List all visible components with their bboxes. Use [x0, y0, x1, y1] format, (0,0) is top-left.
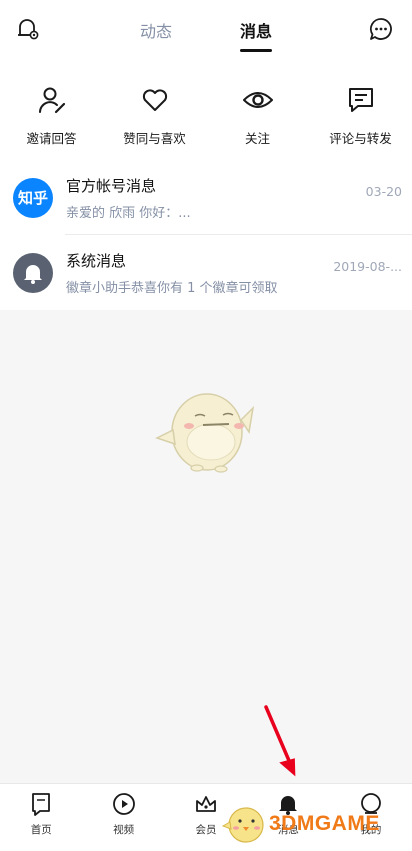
message-list: 知乎 官方帐号消息 亲爱的 欣雨 你好：... 03-20 系统消息 徽章小助手… — [0, 160, 412, 310]
message-preview: 徽章小助手恭喜你有 1 个徽章可领取 — [66, 280, 278, 296]
messages-screen: 动态 消息 邀请回答 赞同与喜欢 关注 评论与转发 知乎 官方帐号消息 亲爱的 … — [0, 0, 412, 851]
top-header: 动态 消息 — [0, 0, 412, 60]
nav-label: 首页 — [30, 824, 52, 836]
category-follow[interactable]: 关注 — [206, 60, 309, 160]
message-time: 2019-08-... — [333, 259, 402, 274]
message-preview: 亲爱的 欣雨 你好：... — [66, 205, 191, 221]
home-bookmark-icon — [28, 791, 54, 817]
category-comments[interactable]: 评论与转发 — [309, 60, 412, 160]
nav-label: 会员 — [195, 824, 217, 836]
bell-icon — [275, 791, 301, 817]
category-label: 邀请回答 — [26, 131, 77, 146]
message-time: 03-20 — [365, 184, 402, 199]
header-tabs: 动态 消息 — [0, 18, 412, 52]
crown-icon — [193, 791, 219, 817]
empty-state-mascot — [155, 380, 265, 480]
nav-messages[interactable]: 消息 — [247, 784, 329, 851]
heart-icon — [139, 84, 171, 116]
chat-bubble-icon[interactable] — [366, 14, 396, 44]
comment-icon — [345, 84, 377, 116]
notification-categories: 邀请回答 赞同与喜欢 关注 评论与转发 — [0, 60, 412, 160]
nav-video[interactable]: 视频 — [82, 784, 164, 851]
bottom-navigation: 首页 视频 会员 消息 我的 — [0, 783, 412, 851]
avatar: 知乎 — [13, 177, 53, 218]
profile-circle-icon — [358, 791, 384, 817]
list-item[interactable]: 系统消息 徽章小助手恭喜你有 1 个徽章可领取 2019-08-... — [0, 235, 412, 310]
nav-label: 我的 — [360, 824, 382, 836]
person-pen-icon — [36, 84, 68, 116]
nav-profile[interactable]: 我的 — [330, 784, 412, 851]
category-invite-answer[interactable]: 邀请回答 — [0, 60, 103, 160]
list-item[interactable]: 知乎 官方帐号消息 亲爱的 欣雨 你好：... 03-20 — [0, 160, 412, 235]
category-label: 赞同与喜欢 — [123, 131, 186, 146]
avatar — [13, 252, 53, 293]
tab-messages[interactable]: 消息 — [240, 18, 273, 52]
play-icon — [111, 791, 137, 817]
nav-home[interactable]: 首页 — [0, 784, 82, 851]
nav-label: 视频 — [113, 824, 135, 836]
category-likes[interactable]: 赞同与喜欢 — [103, 60, 206, 160]
bell-icon — [24, 264, 42, 284]
eye-icon — [242, 84, 274, 116]
nav-label: 消息 — [277, 824, 299, 836]
nav-membership[interactable]: 会员 — [165, 784, 247, 851]
message-title: 官方帐号消息 — [66, 176, 157, 195]
category-label: 关注 — [244, 131, 270, 146]
category-label: 评论与转发 — [329, 131, 392, 146]
annotation-arrow — [260, 705, 310, 785]
tab-dongtai[interactable]: 动态 — [140, 18, 172, 44]
